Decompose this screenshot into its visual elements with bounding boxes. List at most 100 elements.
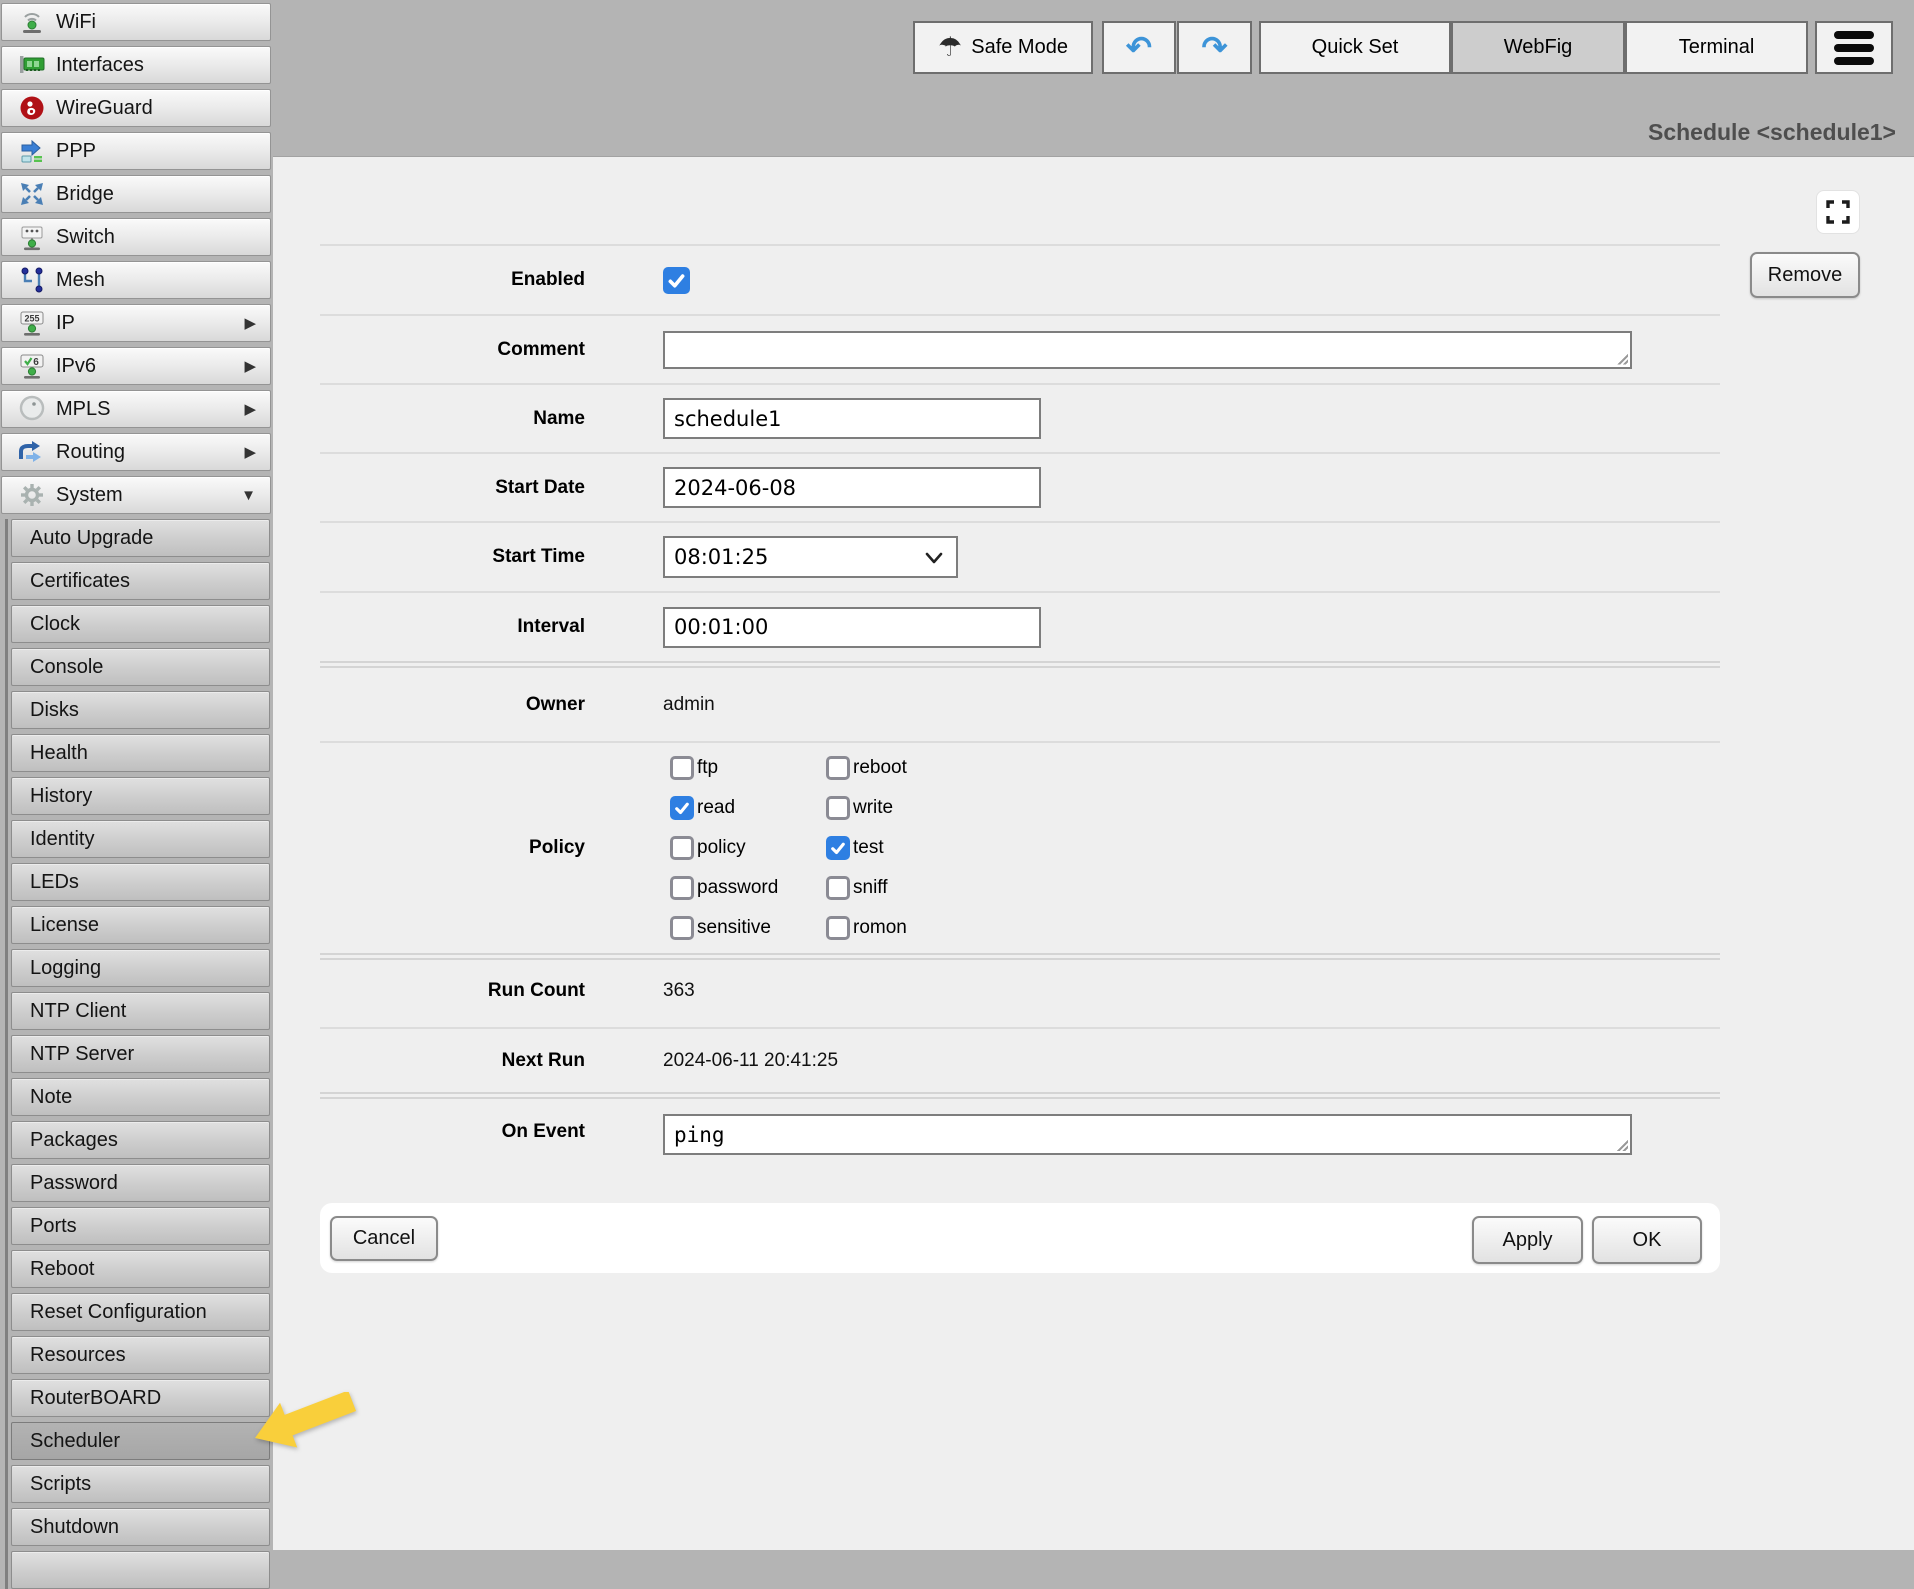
sidebar-item-mesh[interactable]: Mesh [1,261,271,299]
policy-checkbox-read[interactable] [670,796,694,820]
sidebar-item-history[interactable]: History [11,777,270,815]
apply-button[interactable]: Apply [1472,1216,1583,1264]
undo-button[interactable]: ↶ [1102,21,1176,74]
sidebar-item-logging[interactable]: Logging [11,949,270,987]
on-event-textarea[interactable]: ping [663,1114,1632,1155]
ok-button[interactable]: OK [1592,1216,1702,1264]
sidebar-item-bridge[interactable]: Bridge [1,175,271,213]
name-input[interactable]: schedule1 [663,398,1041,439]
policy-option-label: write [853,797,893,819]
comment-textarea[interactable] [663,331,1632,369]
policy-checkbox-sensitive[interactable] [670,916,694,940]
sidebar-item-mpls[interactable]: MPLS▶ [1,390,271,428]
sidebar-item-ntp-client[interactable]: NTP Client [11,992,270,1030]
next-run-label: Next Run [320,1050,585,1072]
policy-option-write: write [826,788,907,828]
owner-value: admin [663,694,715,716]
hamburger-icon [1834,31,1874,39]
sidebar-item-console[interactable]: Console [11,648,270,686]
start-date-input[interactable]: 2024-06-08 [663,467,1041,508]
sidebar-item-label: System [56,484,123,507]
remove-button[interactable]: Remove [1750,252,1860,298]
safe-mode-button[interactable]: ☂ Safe Mode [913,21,1093,74]
sidebar-item-label: Clock [30,613,80,636]
policy-option-label: reboot [853,757,907,779]
sidebar-item-label: LEDs [30,871,79,894]
sidebar-item-leds[interactable]: LEDs [11,863,270,901]
chevron-right-icon: ▶ [244,443,256,461]
mesh-icon [17,265,47,295]
fullscreen-button[interactable] [1816,190,1860,234]
sidebar-item-clock[interactable]: Clock [11,605,270,643]
enabled-checkbox[interactable] [663,267,690,294]
sidebar-item-routerboard[interactable]: RouterBOARD [11,1379,270,1417]
sidebar-item-password[interactable]: Password [11,1164,270,1202]
sidebar-item-certificates[interactable]: Certificates [11,562,270,600]
cancel-button[interactable]: Cancel [330,1216,438,1261]
sidebar-item-resources[interactable]: Resources [11,1336,270,1374]
policy-checkbox-test[interactable] [826,836,850,860]
start-date-label: Start Date [320,477,585,499]
sidebar-item-routing[interactable]: Routing▶ [1,433,271,471]
sidebar-item-ip[interactable]: 255IP▶ [1,304,271,342]
sidebar-item-ports[interactable]: Ports [11,1207,270,1245]
sidebar-item-label: Auto Upgrade [30,527,153,550]
policy-option-sniff: sniff [826,868,907,908]
sidebar-item-label: Scheduler [30,1430,120,1453]
sidebar-item-ppp[interactable]: PPP [1,132,271,170]
sidebar-item-shutdown[interactable]: Shutdown [11,1508,270,1546]
highlight-arrow [251,1392,361,1456]
policy-checkbox-sniff[interactable] [826,876,850,900]
sidebar-item-reboot[interactable]: Reboot [11,1250,270,1288]
owner-label: Owner [320,694,585,716]
resize-grip[interactable] [1615,352,1628,365]
policy-checkbox-password[interactable] [670,876,694,900]
sidebar-item-scripts[interactable]: Scripts [11,1465,270,1503]
umbrella-icon: ☂ [938,32,962,63]
policy-checkbox-policy[interactable] [670,836,694,860]
sidebar-item-ntp-server[interactable]: NTP Server [11,1035,270,1073]
sidebar-item-auto-upgrade[interactable]: Auto Upgrade [11,519,270,557]
chevron-right-icon: ▶ [244,357,256,375]
sidebar-item-identity[interactable]: Identity [11,820,270,858]
comment-label: Comment [320,339,585,361]
sidebar-item-switch[interactable]: Switch [1,218,271,256]
policy-option-password: password [670,868,826,908]
start-time-select[interactable]: 08:01:25 [663,536,958,578]
sidebar-item-label: RouterBOARD [30,1387,161,1410]
resize-grip[interactable] [1615,1138,1628,1151]
tab-webfig[interactable]: WebFig [1451,21,1625,74]
sidebar-item-wireguard[interactable]: WireGuard [1,89,271,127]
sidebar-item-label: Reset Configuration [30,1301,207,1324]
sidebar-item-health[interactable]: Health [11,734,270,772]
sidebar-item-ipv6[interactable]: 6IPv6▶ [1,347,271,385]
sidebar-item-license[interactable]: License [11,906,270,944]
interfaces-icon [17,50,47,80]
sidebar-item-wifi[interactable]: WiFi [1,3,271,41]
sidebar-item-system[interactable]: System▼ [1,476,271,514]
interval-input[interactable]: 00:01:00 [663,607,1041,648]
sidebar-item-label: Health [30,742,88,765]
sidebar-item-interfaces[interactable]: Interfaces [1,46,271,84]
policy-checkbox-reboot[interactable] [826,756,850,780]
redo-icon: ↷ [1202,32,1228,63]
sidebar-item-label: PPP [56,140,96,163]
sidebar-item-disks[interactable]: Disks [11,691,270,729]
policy-checkbox-romon[interactable] [826,916,850,940]
name-label: Name [320,408,585,430]
sidebar-item-note[interactable]: Note [11,1078,270,1116]
sidebar-item-reset-configuration[interactable]: Reset Configuration [11,1293,270,1331]
sidebar-item-label: NTP Client [30,1000,126,1023]
tab-quick-set[interactable]: Quick Set [1259,21,1451,74]
sidebar-item-packages[interactable]: Packages [11,1121,270,1159]
policy-checkbox-write[interactable] [826,796,850,820]
sidebar-system-submenu: Auto Upgrade Certificates Clock Console Disk… [5,519,273,1589]
policy-option-test: test [826,828,907,868]
redo-button[interactable]: ↷ [1177,21,1252,74]
ip-icon: 255 [17,308,47,338]
hamburger-menu-button[interactable] [1815,21,1893,74]
tab-terminal[interactable]: Terminal [1625,21,1808,74]
next-run-value: 2024-06-11 20:41:25 [663,1050,838,1072]
sidebar-item-scheduler[interactable]: Scheduler [11,1422,270,1460]
policy-checkbox-ftp[interactable] [670,756,694,780]
